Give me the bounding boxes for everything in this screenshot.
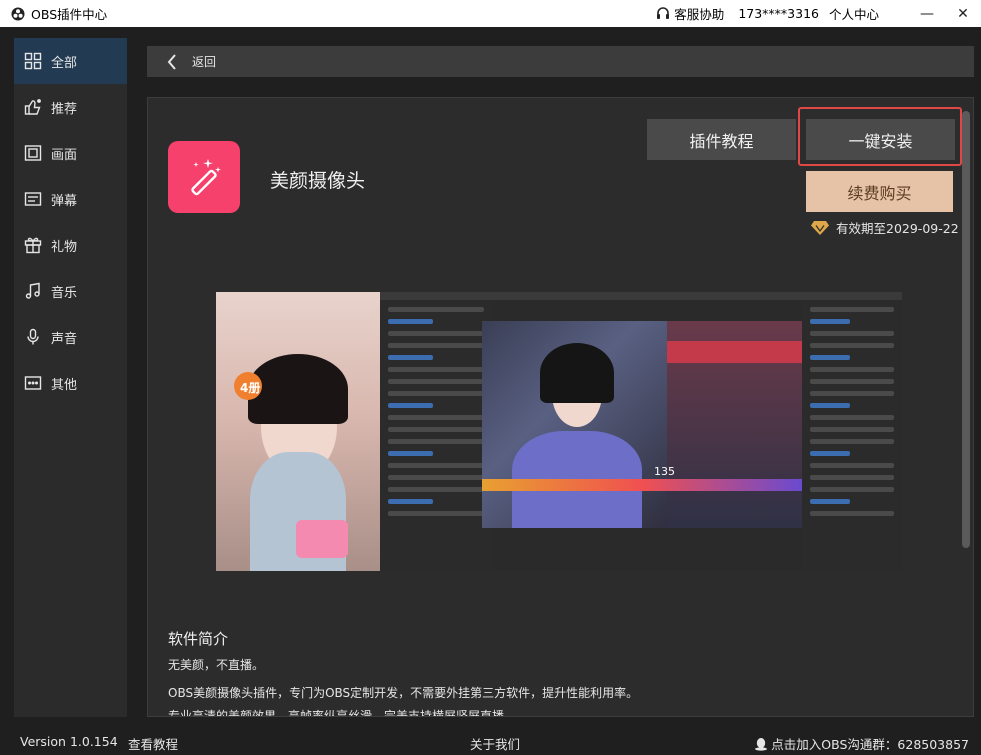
window-title: OBS插件中心: [31, 7, 108, 22]
support-label: 客服协助: [674, 7, 725, 22]
gift-icon: [24, 236, 42, 254]
close-button[interactable]: ✕: [945, 0, 981, 27]
sidebar-item-label: 画面: [51, 147, 78, 163]
microphone-icon: [24, 328, 42, 346]
join-group-text: 点击加入OBS沟通群：628503857: [771, 737, 969, 752]
diamond-icon: [811, 220, 829, 235]
sidebar-item-all[interactable]: 全部: [14, 38, 127, 84]
join-group-link[interactable]: 点击加入OBS沟通群：628503857: [754, 734, 969, 753]
validity-text: 有效期至2029-09-22: [836, 221, 959, 236]
preview-menu-bar: [380, 292, 902, 300]
preview-portrait: 4册: [216, 292, 380, 571]
plugin-name: 美颜摄像头: [270, 170, 366, 192]
support-button[interactable]: 客服协助: [655, 4, 724, 23]
preview-badge: 4册: [240, 381, 261, 395]
back-bar[interactable]: 返回: [147, 46, 974, 77]
description-line: 专业高清的美颜效果，高帧率纵享丝滑，完美支持横屏竖屏直播。: [168, 709, 517, 716]
plugin-preview-image: 4册 135: [216, 292, 902, 571]
more-icon: [24, 374, 42, 392]
title-bar: OBS插件中心 客服协助 173****3316 个人中心 — ✕: [0, 0, 981, 27]
thumbs-up-icon: [24, 98, 42, 116]
about-us-link[interactable]: 关于我们: [470, 734, 520, 753]
sidebar-item-label: 声音: [51, 331, 78, 347]
minimize-button[interactable]: —: [909, 0, 945, 27]
sidebar-item-label: 推荐: [51, 101, 78, 117]
chevron-left-icon[interactable]: [167, 53, 177, 70]
preview-settings-right: [802, 300, 902, 571]
sidebar-item-label: 音乐: [51, 285, 78, 301]
sidebar-item-sound[interactable]: 声音: [14, 314, 127, 360]
sidebar-item-recommend[interactable]: 推荐: [14, 84, 127, 130]
description-line: OBS美颜摄像头插件，专门为OBS定制开发，不需要外挂第三方软件，提升性能利用率…: [168, 686, 639, 700]
penguin-icon: [755, 737, 768, 751]
preview-settings-left: [380, 300, 492, 571]
grid-icon: [24, 52, 42, 70]
sidebar-item-label: 全部: [51, 55, 78, 71]
barrage-icon: [24, 190, 42, 208]
sidebar-item-label: 弹幕: [51, 193, 78, 209]
plugin-tutorial-button[interactable]: 插件教程: [647, 119, 796, 160]
plugin-icon: [168, 141, 240, 213]
sidebar: 全部 推荐 画面 弹幕 礼物 音乐 声音 其他: [14, 38, 127, 717]
scrollbar[interactable]: [962, 111, 970, 548]
picture-frame-icon: [24, 144, 42, 162]
sidebar-item-other[interactable]: 其他: [14, 360, 127, 406]
sidebar-item-picture[interactable]: 画面: [14, 130, 127, 176]
sidebar-item-music[interactable]: 音乐: [14, 268, 127, 314]
description-title: 软件简介: [168, 630, 229, 648]
sidebar-item-gift[interactable]: 礼物: [14, 222, 127, 268]
back-label[interactable]: 返回: [192, 53, 216, 70]
headset-icon: [657, 6, 670, 19]
preview-stream-view: [482, 321, 667, 528]
magic-wand-icon: [191, 159, 221, 196]
version-label: Version 1.0.154: [20, 734, 118, 749]
footer: Version 1.0.154 查看教程 关于我们 点击加入OBS沟通群：628…: [0, 728, 981, 755]
validity-info: 有效期至2029-09-22: [810, 218, 959, 237]
view-tutorial-link[interactable]: 查看教程: [128, 734, 178, 753]
preview-counter: 135: [654, 465, 675, 478]
preview-game-view: 135: [482, 321, 802, 528]
music-icon: [24, 282, 42, 300]
sidebar-item-label: 其他: [51, 377, 78, 393]
personal-center-link[interactable]: 个人中心: [829, 4, 879, 23]
sidebar-item-label: 礼物: [51, 239, 78, 255]
description-line: 无美颜，不直播。: [168, 658, 265, 672]
user-phone: 173****3316: [738, 6, 819, 21]
sidebar-item-barrage[interactable]: 弹幕: [14, 176, 127, 222]
one-click-install-button[interactable]: 一键安装: [806, 119, 955, 160]
renew-purchase-button[interactable]: 续费购买: [806, 171, 953, 212]
obs-logo-icon: [11, 7, 25, 20]
